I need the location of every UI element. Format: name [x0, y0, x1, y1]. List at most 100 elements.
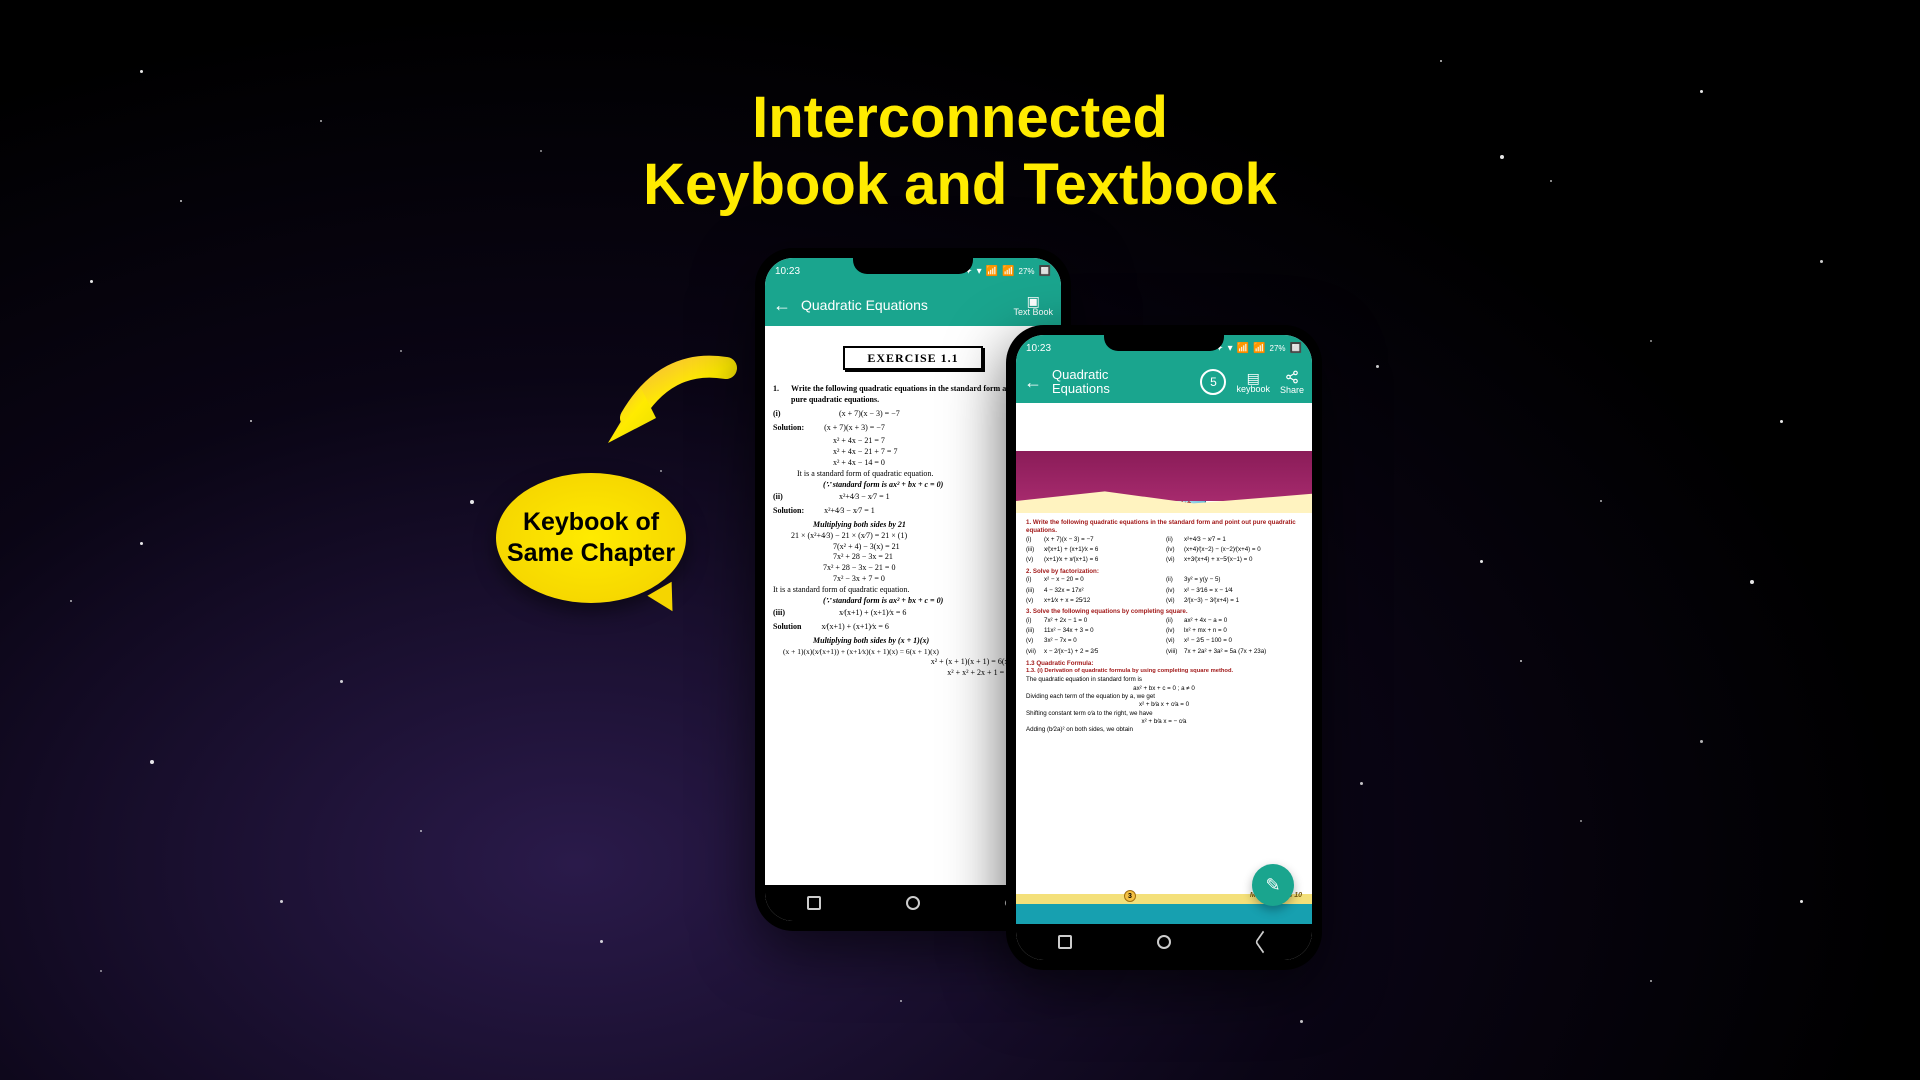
sol-label-2: Solution: [773, 506, 804, 517]
textbook-title-line1: Quadratic [1052, 367, 1108, 382]
keybook-action-label: keybook [1236, 384, 1270, 394]
q1-number: 1. [773, 384, 785, 406]
keybook-appbar: ← Quadratic Equations ▣ Text Book [765, 284, 1061, 326]
r3-a: (x+1)⁄x + x⁄(x+1) = 6 [1044, 556, 1162, 564]
r1-bl: (ii) [1166, 536, 1180, 544]
iii-label: (iii) [773, 608, 795, 619]
headline-line1: Interconnected [0, 85, 1920, 152]
share-action[interactable]: Share [1280, 370, 1304, 395]
back-icon[interactable]: ← [773, 295, 791, 316]
eq-std: ax² + bx + c = 0 ; a ≠ 0 [1026, 685, 1302, 693]
sol-label-3: Solution [773, 622, 801, 633]
r7-b: ax² + 4x − a = 0 [1184, 617, 1302, 625]
r1-a: (x + 7)(x − 3) = −7 [1044, 536, 1162, 544]
status-icons: ✦▾📶📶27%🔲 [964, 266, 1051, 277]
eq-div: x² + b⁄a x + c⁄a = 0 [1026, 701, 1302, 709]
tb-q1: 1. Write the following quadratic equatio… [1026, 519, 1302, 536]
r8-a: 11x² − 34x + 3 = 0 [1044, 627, 1162, 635]
textbook-phone: 10:23 ✦▾📶📶27%🔲 ← Quadratic Equations 5 ▤… [1006, 325, 1322, 970]
r9-bl: (vi) [1166, 637, 1180, 645]
r7-bl: (ii) [1166, 617, 1180, 625]
tb-q3: 3. Solve the following equations by comp… [1026, 608, 1302, 616]
callout-text: Keybook of Same Chapter [496, 507, 686, 570]
r10-a: x − 2⁄(x−1) + 2 = 2⁄5 [1044, 648, 1162, 656]
t3: Shifting constant term c⁄a to the right,… [1026, 710, 1302, 718]
r2-a: x⁄(x+1) + (x+1)⁄x = 6 [1044, 546, 1162, 554]
status-time: 10:23 [775, 266, 800, 277]
r8-b: lx² + mx + n = 0 [1184, 627, 1302, 635]
page-number-badge[interactable]: 5 [1200, 369, 1226, 395]
textbook-page[interactable]: EXERCISE 1.1 1. Write the following quad… [1016, 403, 1312, 924]
exercise-title: EXERCISE 1.1 [843, 346, 982, 370]
textbook-title: Quadratic Equations [1052, 368, 1190, 397]
textbook-action[interactable]: ▣ Text Book [1013, 294, 1053, 317]
nav-recent-icon[interactable] [807, 896, 821, 910]
r3-bl: (vi) [1166, 556, 1180, 564]
r10-bl: (viii) [1166, 648, 1180, 656]
r4-b: 3y² = y(y − 5) [1184, 576, 1302, 584]
iii-eq2: x⁄(x+1) + (x+1)⁄x = 6 [807, 622, 888, 633]
tb-q2: 2. Solve by factorization: [1026, 568, 1302, 576]
r10-al: (vii) [1026, 648, 1040, 656]
nav-home-icon-2[interactable] [1157, 935, 1171, 949]
r2-b: (x+4)⁄(x−2) − (x−2)⁄(x+4) = 0 [1184, 546, 1302, 554]
headline: Interconnected Keybook and Textbook [0, 85, 1920, 218]
status-icons-2: ✦▾📶📶27%🔲 [1215, 343, 1302, 354]
r5-a: 4 − 32x = 17x² [1044, 587, 1162, 595]
r8-al: (iii) [1026, 627, 1040, 635]
r4-bl: (ii) [1166, 576, 1180, 584]
status-time-2: 10:23 [1026, 343, 1051, 354]
keybook-action[interactable]: ▤ keybook [1236, 371, 1270, 394]
textbook-appbar: ← Quadratic Equations 5 ▤ keybook Share [1016, 361, 1312, 403]
nav-back-icon-2[interactable] [1254, 930, 1270, 953]
r6-bl: (vi) [1166, 597, 1180, 605]
i-line-0: (x + 7)(x + 3) = −7 [810, 423, 885, 434]
r1-b: x²+4⁄3 − x⁄7 = 1 [1184, 536, 1302, 544]
r8-bl: (iv) [1166, 627, 1180, 635]
r7-a: 7x² + 2x − 1 = 0 [1044, 617, 1162, 625]
r4-al: (i) [1026, 576, 1040, 584]
sec131: 1.3. (i) Derivation of quadratic formula… [1026, 668, 1302, 676]
headline-line2: Keybook and Textbook [0, 152, 1920, 219]
i-eq: (x + 7)(x − 3) = −7 [801, 409, 900, 420]
eq-shift: x² + b⁄a x = − c⁄a [1026, 718, 1302, 726]
ii-eq: x²+4⁄3 − x⁄7 = 1 [801, 492, 890, 503]
textbook-action-label: Text Book [1013, 307, 1053, 317]
ii-eq2: x²+4⁄3 − x⁄7 = 1 [810, 506, 875, 517]
r3-b: x+3⁄(x+4) + x−5⁄(x−1) = 0 [1184, 556, 1302, 564]
r3-al: (v) [1026, 556, 1040, 564]
nav-home-icon[interactable] [906, 896, 920, 910]
share-icon [1280, 370, 1304, 386]
share-action-label: Share [1280, 385, 1304, 395]
r5-b: x² − 3⁄16 = x − 1⁄4 [1184, 587, 1302, 595]
ii-label: (ii) [773, 492, 795, 503]
keybook-title: Quadratic Equations [801, 297, 1003, 313]
r4-a: x² − x − 20 = 0 [1044, 576, 1162, 584]
t2: Dividing each term of the equation by a,… [1026, 693, 1302, 701]
textbook-navbar [1016, 924, 1312, 960]
t4: Adding (b⁄2a)² on both sides, we obtain [1026, 726, 1302, 734]
pencil-icon: ✎ [1265, 875, 1280, 896]
keybook-icon: ▤ [1236, 371, 1270, 385]
book-icon: ▣ [1013, 294, 1053, 308]
sec13: 1.3 Quadratic Formula: [1026, 660, 1302, 668]
r1-al: (i) [1026, 536, 1040, 544]
r2-al: (iii) [1026, 546, 1040, 554]
r6-a: x+1⁄x + x = 25⁄12 [1044, 597, 1162, 605]
edit-fab[interactable]: ✎ [1252, 864, 1294, 906]
r9-al: (v) [1026, 637, 1040, 645]
back-icon-2[interactable]: ← [1024, 372, 1042, 393]
sol-label-1: Solution: [773, 423, 804, 434]
r7-al: (i) [1026, 617, 1040, 625]
r6-al: (v) [1026, 597, 1040, 605]
r9-b: x² − 2⁄5 − 100 = 0 [1184, 637, 1302, 645]
nav-recent-icon-2[interactable] [1058, 935, 1072, 949]
r10-b: 7x + 2a² + 3a² = 5a (7x + 23a) [1184, 648, 1302, 656]
r5-al: (iii) [1026, 587, 1040, 595]
iii-eq: x⁄(x+1) + (x+1)⁄x = 6 [801, 608, 906, 619]
t1: The quadratic equation in standard form … [1026, 676, 1302, 684]
textbook-title-line2: Equations [1052, 381, 1110, 396]
i-label: (i) [773, 409, 795, 420]
r6-b: 2⁄(x−3) − 3⁄(x+4) = 1 [1184, 597, 1302, 605]
r2-bl: (iv) [1166, 546, 1180, 554]
